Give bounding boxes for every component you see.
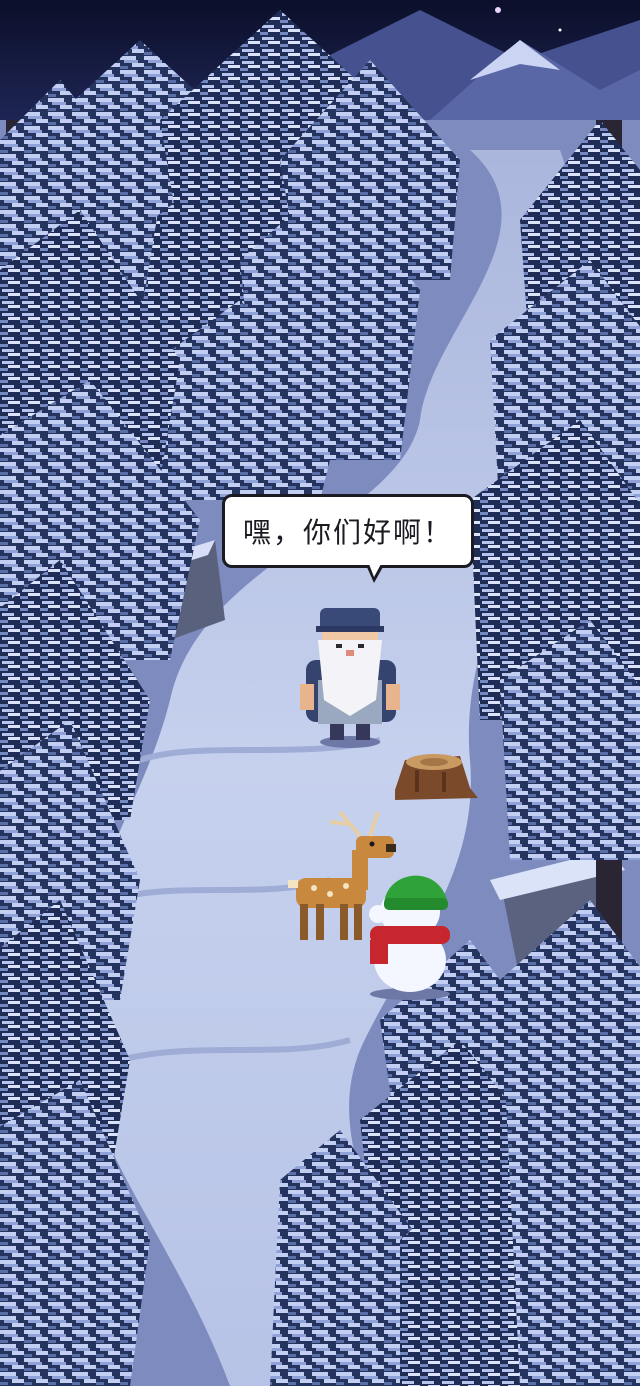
star: [558, 28, 562, 32]
forest-background: [0, 0, 640, 1386]
speech-bubble[interactable]: 嘿，你们好啊！: [222, 494, 474, 568]
dialogue-text: 嘿，你们好啊！: [242, 516, 453, 549]
game-scene[interactable]: 嘿，你们好啊！: [0, 0, 640, 1386]
star: [495, 7, 501, 13]
speech-bubble-tail-fill: [369, 564, 381, 577]
